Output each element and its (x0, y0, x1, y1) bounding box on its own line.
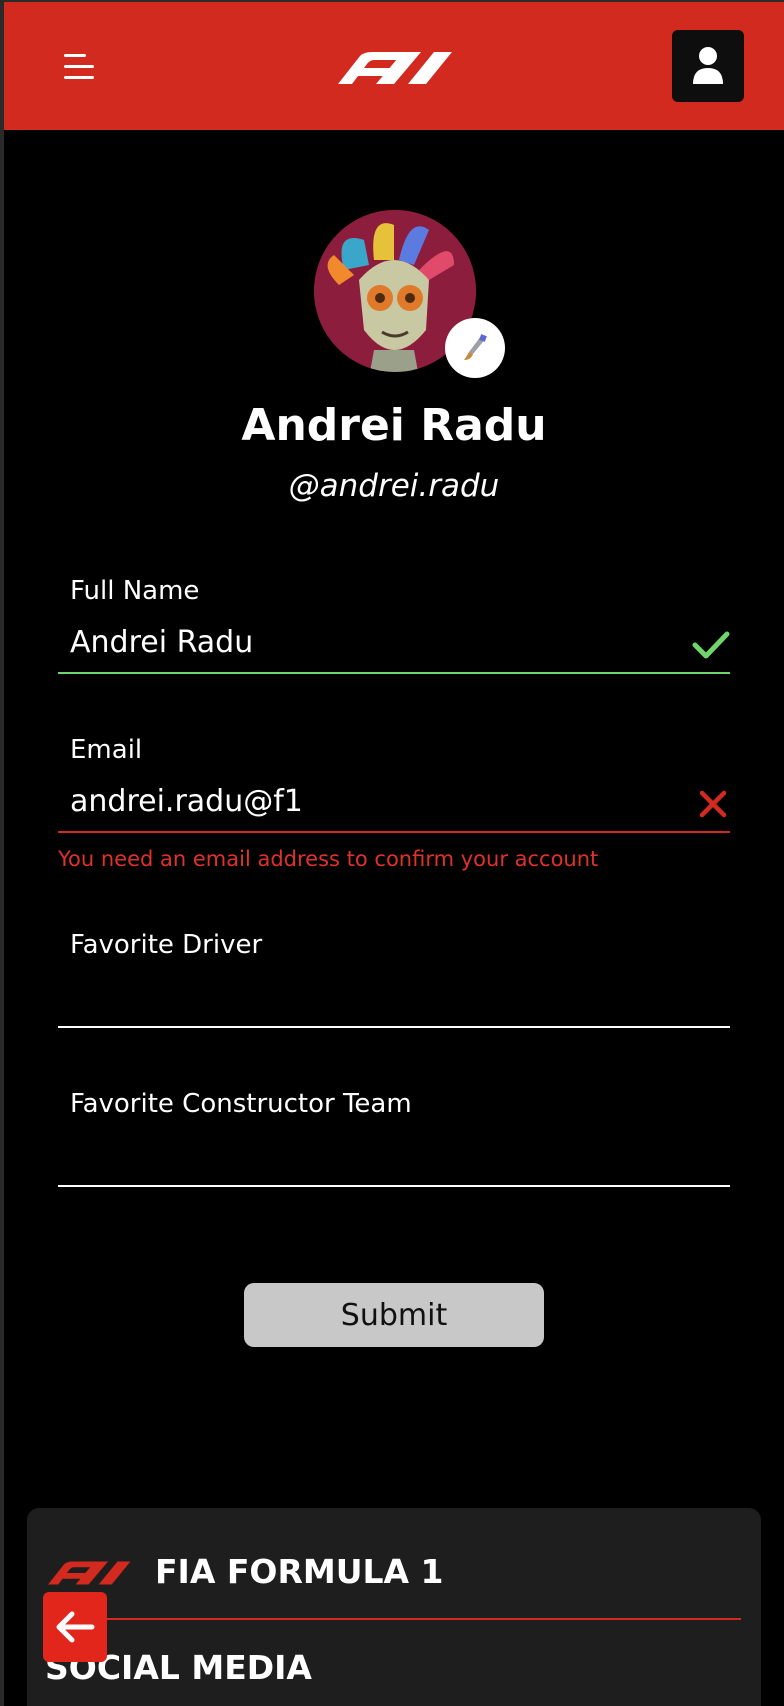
submit-button[interactable]: Submit (244, 1283, 544, 1347)
full-name-label: Full Name (70, 576, 200, 606)
app-screen: Andrei Radu @andrei.radu Full Name Email… (4, 2, 784, 1706)
user-account-button[interactable] (672, 30, 744, 102)
check-icon (692, 631, 730, 659)
favorite-driver-input[interactable] (58, 966, 730, 1028)
edit-brush-icon (464, 334, 487, 360)
profile-handle: @andrei.radu (288, 468, 500, 504)
avatar-container (314, 210, 505, 378)
user-icon (693, 47, 723, 84)
email-error-message: You need an email address to confirm you… (58, 847, 599, 871)
top-bar (4, 2, 784, 130)
close-icon (699, 790, 727, 818)
profile-name: Andrei Radu (241, 400, 547, 451)
arrow-left-icon (56, 1611, 95, 1643)
footer: FIA FORMULA 1 SOCIAL MEDIA (27, 1508, 761, 1706)
f1-logo[interactable] (336, 50, 456, 86)
favorite-team-input[interactable] (58, 1125, 730, 1187)
email-input[interactable] (58, 771, 730, 833)
full-name-field: Full Name (58, 576, 730, 682)
footer-title: FIA FORMULA 1 (155, 1552, 444, 1591)
full-name-input[interactable] (58, 612, 730, 674)
email-label: Email (70, 735, 143, 765)
email-field: Email You need an email address to confi… (58, 735, 730, 885)
edit-avatar-button[interactable] (445, 318, 505, 378)
favorite-driver-label: Favorite Driver (70, 930, 263, 960)
favorite-driver-field: Favorite Driver (58, 930, 730, 1036)
favorite-team-label: Favorite Constructor Team (70, 1089, 412, 1119)
f1-footer-logo[interactable] (45, 1560, 135, 1586)
back-button[interactable] (43, 1592, 107, 1662)
hamburger-menu-icon[interactable] (64, 52, 96, 82)
favorite-team-field: Favorite Constructor Team (58, 1089, 730, 1195)
footer-divider (45, 1618, 741, 1620)
